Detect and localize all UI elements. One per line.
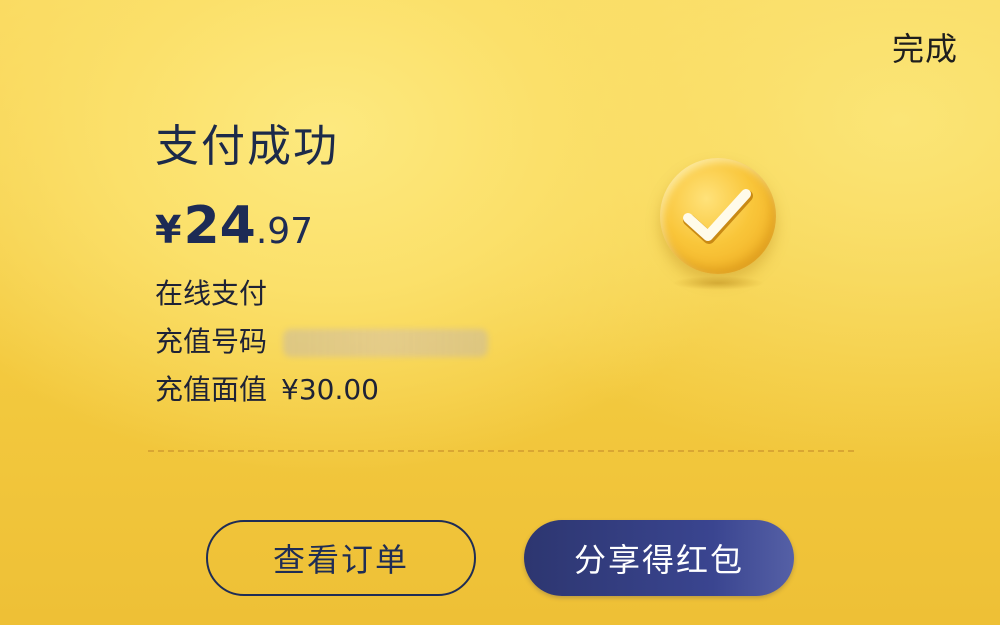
face-value: ¥30.00 [281, 373, 379, 406]
done-button[interactable]: 完成 [892, 24, 958, 70]
check-badge-shadow [672, 276, 764, 290]
amount-integer: 24 [183, 196, 256, 256]
payment-amount: ¥24.97 [155, 196, 313, 256]
amount-decimal: .97 [255, 211, 314, 252]
view-order-button[interactable]: 查看订单 [206, 520, 476, 596]
face-value-label: 充值面值 [155, 373, 268, 406]
recharge-number-value: 15921198628 [283, 329, 489, 357]
payment-method: 在线支付 [155, 277, 268, 310]
recharge-number-row: 充值号码 15921198628 [155, 320, 489, 360]
check-badge-icon [660, 158, 776, 274]
face-value-row: 充值面值 ¥30.00 [155, 368, 379, 408]
currency-symbol: ¥ [155, 208, 182, 252]
recharge-number-label: 充值号码 [155, 325, 268, 358]
dashed-divider [148, 450, 854, 452]
share-red-packet-button[interactable]: 分享得红包 [524, 520, 794, 596]
payment-success-title: 支付成功 [155, 121, 339, 172]
